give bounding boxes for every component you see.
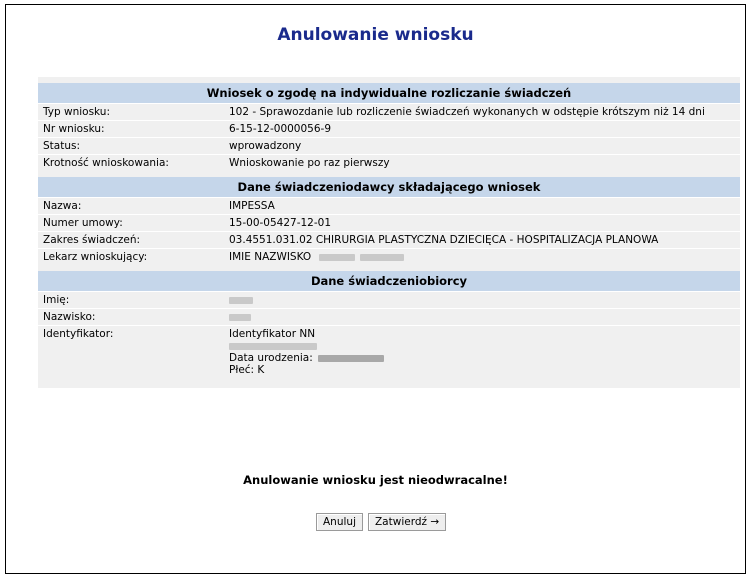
section-header-patient: Dane świadczeniobiorcy: [38, 265, 740, 292]
field-value: Identyfikator NN Data urodzenia: Płeć: K: [224, 325, 740, 388]
field-value: 03.4551.031.02 CHIRURGIA PLASTYCZNA DZIE…: [224, 231, 740, 249]
redacted-text: [229, 342, 317, 350]
row-doctor: Lekarz wnioskujący: IMIE NAZWISKO: [38, 248, 740, 268]
section-title: Dane świadczeniobiorcy: [38, 265, 740, 292]
field-value: Wnioskowanie po raz pierwszy: [224, 154, 740, 174]
redacted-text: [318, 354, 385, 362]
row-contract-number: Numer umowy: 15-00-05427-12-01: [38, 214, 740, 232]
redacted-text: [229, 313, 251, 321]
field-value: [224, 308, 740, 326]
row-identifier: Identyfikator: Identyfikator NN Data uro…: [38, 325, 740, 388]
field-value: IMPESSA: [224, 197, 740, 215]
field-label: Zakres świadczeń:: [38, 231, 224, 249]
section-title: Wniosek o zgodę na indywidualne rozlicza…: [38, 77, 740, 104]
field-label: Krotność wnioskowania:: [38, 154, 224, 174]
details-table: Wniosek o zgodę na indywidualne rozlicza…: [38, 77, 740, 388]
button-bar: Anuluj Zatwierdź →: [316, 513, 447, 531]
field-value: 6-15-12-0000056-9: [224, 120, 740, 138]
field-value: 102 - Sprawozdanie lub rozliczenie świad…: [224, 103, 740, 121]
field-label: Status:: [38, 137, 224, 155]
row-last-name: Nazwisko:: [38, 308, 740, 326]
redacted-text: [318, 253, 355, 261]
field-label: Nazwisko:: [38, 308, 224, 326]
identifier-type: Identyfikator NN: [229, 328, 316, 340]
section-title: Dane świadczeniodawcy składającego wnios…: [38, 171, 740, 198]
field-label: Identyfikator:: [38, 325, 224, 388]
row-provider-name: Nazwa: IMPESSA: [38, 197, 740, 215]
field-value: wprowadzony: [224, 137, 740, 155]
field-value: [224, 291, 740, 309]
row-multiplicity: Krotność wnioskowania: Wnioskowanie po r…: [38, 154, 740, 174]
birth-date: Data urodzenia:: [229, 352, 735, 364]
field-value: IMIE NAZWISKO: [224, 248, 740, 268]
details-panel: Wniosek o zgodę na indywidualne rozlicza…: [38, 77, 740, 388]
field-label: Lekarz wnioskujący:: [38, 248, 224, 268]
field-label: Nazwa:: [38, 197, 224, 215]
redacted-text: [229, 296, 253, 304]
field-label: Imię:: [38, 291, 224, 309]
main-frame: Anulowanie wniosku Wniosek o zgodę na in…: [5, 4, 746, 574]
section-header-provider: Dane świadczeniodawcy składającego wnios…: [38, 171, 740, 198]
field-label: Typ wniosku:: [38, 103, 224, 121]
doctor-name: IMIE NAZWISKO: [229, 251, 312, 263]
confirm-button[interactable]: Zatwierdź →: [367, 513, 447, 531]
sex: Płeć: K: [229, 364, 265, 376]
field-value: 15-00-05427-12-01: [224, 214, 740, 232]
field-label: Numer umowy:: [38, 214, 224, 232]
row-application-number: Nr wniosku: 6-15-12-0000056-9: [38, 120, 740, 138]
row-application-type: Typ wniosku: 102 - Sprawozdanie lub rozl…: [38, 103, 740, 121]
page-title: Anulowanie wniosku: [277, 25, 474, 45]
redacted-text: [359, 253, 404, 261]
section-header-application: Wniosek o zgodę na indywidualne rozlicza…: [38, 77, 740, 104]
row-status: Status: wprowadzony: [38, 137, 740, 155]
identifier-value: [229, 340, 735, 352]
row-service-scope: Zakres świadczeń: 03.4551.031.02 CHIRURG…: [38, 231, 740, 249]
irreversible-warning: Anulowanie wniosku jest nieodwracalne!: [243, 473, 508, 487]
row-first-name: Imię:: [38, 291, 740, 309]
cancel-button[interactable]: Anuluj: [316, 513, 363, 531]
field-label: Nr wniosku:: [38, 120, 224, 138]
